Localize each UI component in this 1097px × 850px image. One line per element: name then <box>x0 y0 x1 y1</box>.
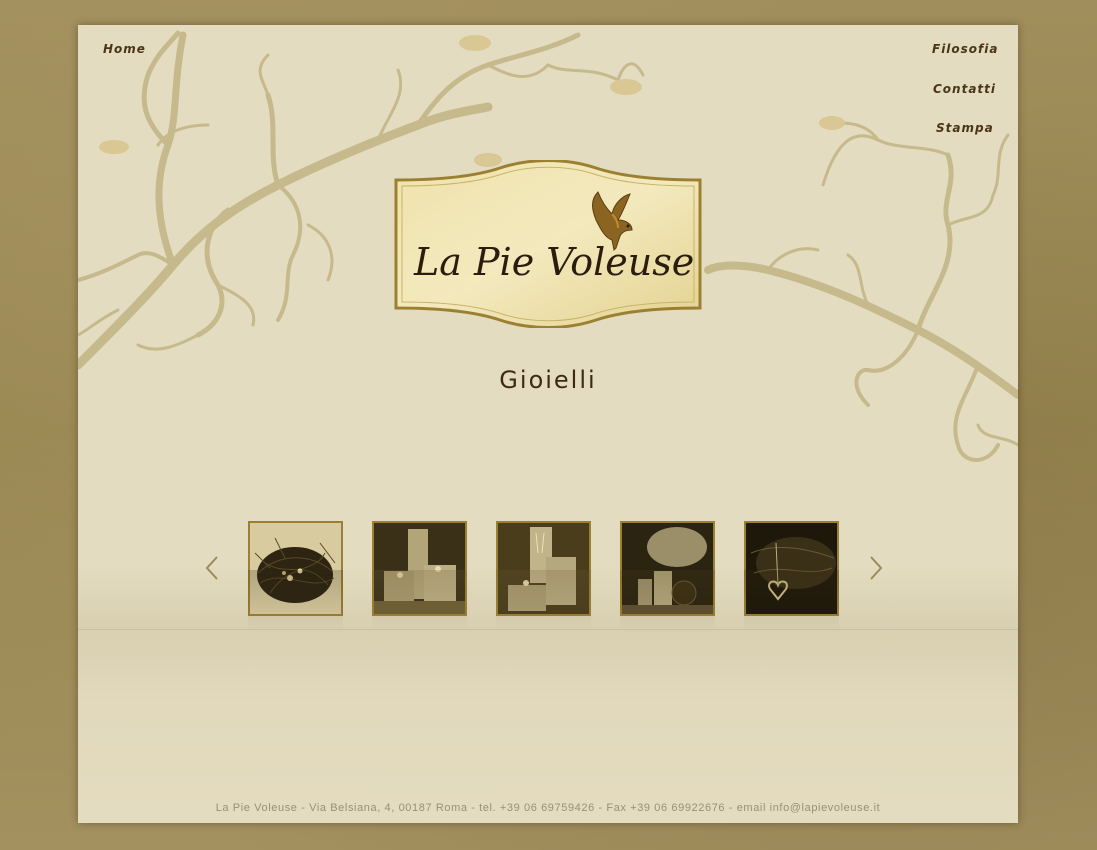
nav-contatti-link[interactable]: Contatti <box>933 82 996 96</box>
thumbnail-reflection <box>372 570 467 630</box>
page-title: Gioielli <box>499 366 597 394</box>
thumbnail-reflection <box>248 570 343 630</box>
logo-text: La Pie Voleuse <box>414 240 695 284</box>
thumbnail-reflection <box>620 570 715 630</box>
logo: La Pie Voleuse <box>390 159 706 329</box>
footer-contact-info: La Pie Voleuse - Via Belsiana, 4, 00187 … <box>215 802 881 814</box>
chevron-right-icon[interactable] <box>868 555 884 581</box>
nav-home-link[interactable]: Home <box>103 42 146 56</box>
nav-filosofia-link[interactable]: Filosofia <box>932 42 999 56</box>
thumbnail-reflection <box>744 570 839 630</box>
chevron-left-icon[interactable] <box>204 555 220 581</box>
nav-stampa-link[interactable]: Stampa <box>936 121 994 135</box>
gallery-floor <box>78 629 1018 823</box>
thumbnail-reflection <box>496 570 591 630</box>
page-panel: Home Filosofia Contatti Stampa La Pie Vo… <box>78 25 1018 823</box>
